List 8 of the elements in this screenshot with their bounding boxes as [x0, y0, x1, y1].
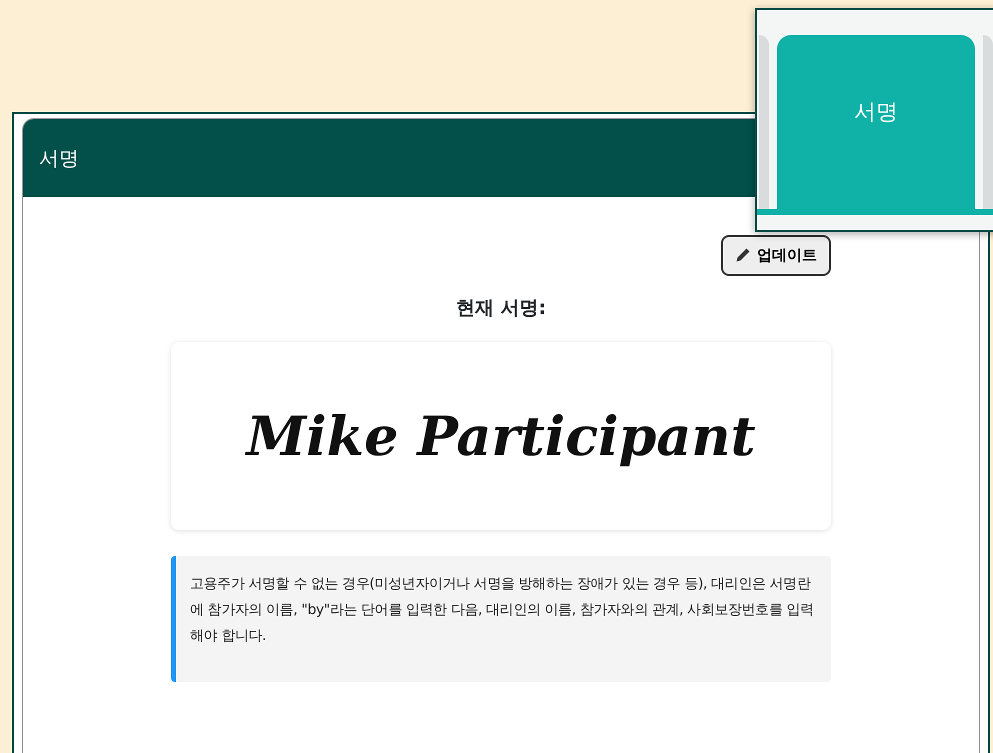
panel-title: 서명 — [39, 145, 79, 172]
signature-text: Mike Participant — [246, 402, 756, 470]
partial-tab[interactable] — [983, 35, 993, 209]
info-note: 고용주가 서명할 수 없는 경우(미성년자이거나 서명을 방해하는 장애가 있는 경우 등), 대리인은 서명란에 참가자의 이름, "by"라는 단어를 입력한 다음, 대리인의 이름, 참가자와의 관계, 사회보장번호를 입력해야 합니다. — [171, 556, 831, 682]
current-signature-label: 현재 서명: — [454, 296, 548, 320]
pencil-icon — [735, 247, 751, 264]
update-button[interactable]: 업데이트 — [721, 235, 831, 276]
partial-tab[interactable] — [759, 35, 769, 209]
